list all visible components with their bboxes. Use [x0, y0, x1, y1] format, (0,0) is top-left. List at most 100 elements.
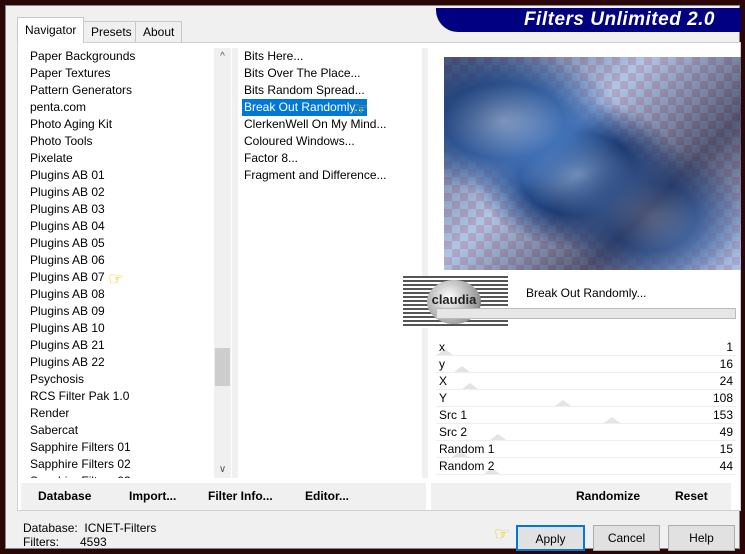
chevron-up-icon[interactable]: ^	[214, 48, 231, 65]
filter-item[interactable]: Bits Random Spread...	[238, 82, 422, 99]
category-item[interactable]: Plugins AB 22	[24, 354, 214, 371]
parameter-slider[interactable]: Src 2 49	[436, 424, 736, 441]
tab-about[interactable]: About	[135, 21, 183, 42]
category-item[interactable]: Sapphire Filters 03	[24, 473, 214, 478]
status-filters: Filters: 4593	[23, 535, 107, 549]
parameter-value: 15	[719, 442, 733, 456]
slider-thumb[interactable]	[604, 417, 620, 423]
slider-thumb[interactable]	[489, 434, 506, 440]
category-item[interactable]: Plugins AB 05	[24, 235, 214, 252]
filter-item-label: ClerkenWell On My Mind...	[244, 117, 387, 131]
category-item[interactable]: Paper Textures	[24, 65, 214, 82]
filter-item[interactable]: Factor 8...	[238, 150, 422, 167]
parameter-button-bar: Randomize Reset	[431, 483, 731, 510]
filter-item[interactable]: Bits Here...	[238, 48, 422, 65]
navigator-button-bar: Database Import... Filter Info... Editor…	[21, 483, 426, 510]
selected-filter-name: Break Out Randomly...	[526, 286, 647, 300]
parameter-sliders: x 1 y 16 X 24 Y 108 Src 1 153 Src 2 49 Random 1 15 Ran…	[436, 339, 736, 475]
parameter-label: Src 1	[439, 408, 468, 422]
reset-button[interactable]: Reset	[675, 483, 708, 510]
filter-list[interactable]: Bits Here... Bits Over The Place... Bits R…	[232, 48, 428, 478]
category-item[interactable]: RCS Filter Pak 1.0	[24, 388, 214, 405]
filter-info-button[interactable]: Filter Info...	[208, 483, 273, 510]
category-item[interactable]: Sapphire Filters 02	[24, 456, 214, 473]
slider-thumb[interactable]	[462, 383, 479, 389]
import-button[interactable]: Import...	[129, 483, 176, 510]
scrollbar-thumb[interactable]	[215, 348, 230, 386]
chevron-down-icon[interactable]: ∨	[214, 461, 231, 478]
parameter-slider[interactable]: Y 108	[436, 390, 736, 407]
status-database: Database: ICNET-Filters	[23, 521, 157, 535]
category-item[interactable]: Plugins AB 04	[24, 218, 214, 235]
filter-item-label: Coloured Windows...	[244, 134, 355, 148]
filter-item[interactable]: Fragment and Difference...	[238, 167, 422, 184]
filter-item-label: Fragment and Difference...	[244, 168, 387, 182]
filter-item[interactable]: Break Out Randomly...	[238, 99, 422, 116]
parameter-label: X	[439, 374, 448, 388]
parameter-value: 1	[726, 340, 733, 354]
category-item[interactable]: Plugins AB 21	[24, 337, 214, 354]
category-item[interactable]: Plugins AB 06	[24, 252, 214, 269]
parameter-slider[interactable]: y 16	[436, 356, 736, 373]
editor-button[interactable]: Editor...	[305, 483, 349, 510]
parameter-value: 16	[719, 357, 733, 371]
parameter-slider[interactable]: Random 2 44	[436, 458, 736, 475]
parameter-label: Y	[439, 391, 448, 405]
filter-item[interactable]: ClerkenWell On My Mind...	[238, 116, 422, 133]
parameter-value: 108	[712, 391, 733, 405]
cancel-button[interactable]: Cancel	[593, 525, 660, 551]
parameter-value: 44	[719, 459, 733, 473]
progress-bar	[436, 308, 736, 319]
filter-item[interactable]: Coloured Windows...	[238, 133, 422, 150]
parameter-slider[interactable]: x1	[436, 339, 736, 356]
randomize-button[interactable]: Randomize	[576, 483, 640, 510]
watermark-logo: claudia	[403, 276, 508, 328]
apply-button[interactable]: Apply	[516, 525, 585, 551]
parameter-slider[interactable]: Random 1 15	[436, 441, 736, 458]
category-item[interactable]: Photo Aging Kit	[24, 116, 214, 133]
filter-item-label: Break Out Randomly...	[242, 99, 367, 116]
category-item[interactable]: Plugins AB 01	[24, 167, 214, 184]
pointing-hand-icon: ☞	[108, 269, 125, 289]
parameter-slider[interactable]: Src 1 153	[436, 407, 736, 424]
category-item[interactable]: Psychosis	[24, 371, 214, 388]
category-item[interactable]: Plugins AB 09	[24, 303, 214, 320]
category-item[interactable]: Render	[24, 405, 214, 422]
category-list[interactable]: Paper Backgrounds Paper Textures Pattern G…	[24, 48, 214, 478]
filter-item-label: Bits Random Spread...	[244, 83, 365, 97]
parameter-value: 24	[719, 374, 733, 388]
parameter-slider[interactable]: X 24	[436, 373, 736, 390]
pointing-hand-icon: ☞	[352, 99, 369, 119]
category-item[interactable]: Sabercat	[24, 422, 214, 439]
parameter-label: Random 2	[439, 459, 495, 473]
category-item[interactable]: Plugins AB 03	[24, 201, 214, 218]
filter-item-label: Bits Here...	[244, 49, 304, 63]
slider-thumb[interactable]	[453, 366, 470, 372]
category-scrollbar[interactable]: ^ ∨	[214, 48, 231, 478]
filter-item-label: Bits Over The Place...	[244, 66, 361, 80]
tab-navigator[interactable]: Navigator	[17, 17, 85, 43]
filter-item[interactable]: Bits Over The Place...	[238, 65, 422, 82]
category-item[interactable]: Plugins AB 02	[24, 184, 214, 201]
database-button[interactable]: Database	[38, 483, 91, 510]
preview-image	[444, 57, 741, 270]
category-item[interactable]: Pixelate	[24, 150, 214, 167]
category-item[interactable]: Photo Tools	[24, 133, 214, 150]
app-title-banner: Filters Unlimited 2.0	[436, 8, 741, 32]
category-item[interactable]: penta.com	[24, 99, 214, 116]
parameter-label: Random 1	[439, 442, 495, 456]
parameter-value: 49	[719, 425, 733, 439]
category-item[interactable]: Pattern Generators	[24, 82, 214, 99]
category-item[interactable]: Sapphire Filters 01	[24, 439, 214, 456]
slider-thumb[interactable]	[554, 400, 571, 406]
filter-item-label: Factor 8...	[244, 151, 299, 165]
parameter-value: 153	[712, 408, 733, 422]
category-item[interactable]: Paper Backgrounds	[24, 48, 214, 65]
parameter-label: Src 2	[439, 425, 468, 439]
category-item[interactable]: Plugins AB 10	[24, 320, 214, 337]
parameter-label: y	[439, 357, 445, 371]
help-button[interactable]: Help	[668, 525, 735, 551]
filters-unlimited-window: Filters Unlimited 2.0 Navigator Presets …	[5, 5, 741, 551]
tab-presets[interactable]: Presets	[83, 21, 140, 42]
parameter-label: x	[439, 340, 445, 354]
